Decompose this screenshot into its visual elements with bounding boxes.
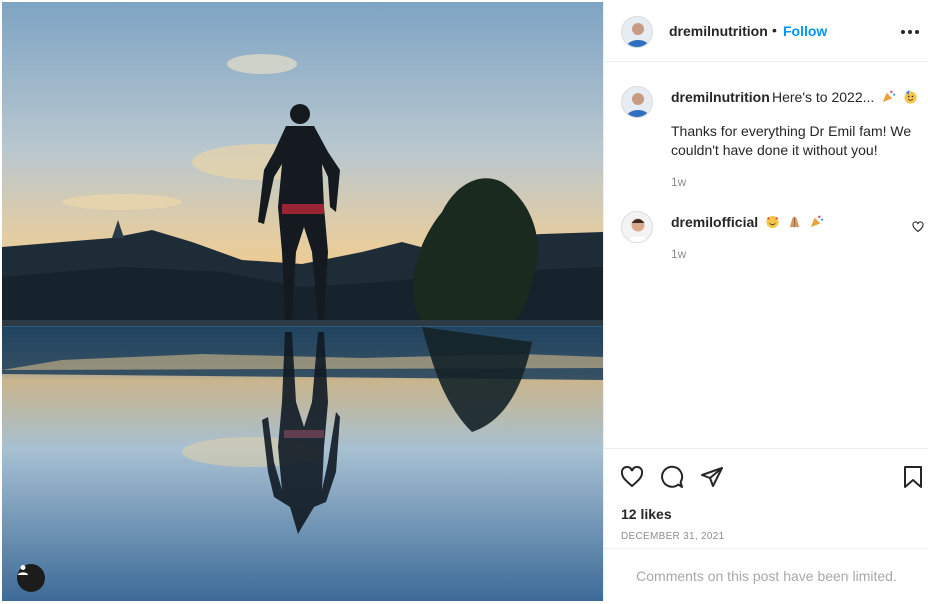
comment-like-heart-icon[interactable] bbox=[912, 221, 924, 233]
post-side-panel: dremilnutrition • Follow dremilnutrition… bbox=[603, 2, 928, 601]
party-popper-icon bbox=[883, 90, 896, 103]
commenter-avatar-image bbox=[622, 212, 652, 242]
share-icon[interactable] bbox=[700, 465, 724, 489]
likes-count[interactable]: 12 likes bbox=[621, 506, 672, 522]
comment-timestamp[interactable]: 1w bbox=[671, 247, 686, 261]
author-username[interactable]: dremilnutrition bbox=[669, 23, 768, 39]
separator-dot: • bbox=[772, 22, 777, 38]
post-photo[interactable] bbox=[2, 2, 603, 601]
caption-timestamp[interactable]: 1w bbox=[671, 175, 686, 189]
more-options-button[interactable] bbox=[901, 30, 919, 36]
bookmark-icon[interactable] bbox=[901, 465, 925, 489]
post-date[interactable]: DECEMBER 31, 2021 bbox=[621, 531, 724, 542]
caption-avatar-image bbox=[622, 87, 652, 117]
instagram-post: dremilnutrition • Follow dremilnutrition… bbox=[0, 0, 928, 601]
sunset-pool-scene bbox=[2, 2, 603, 601]
comments-limited-notice: Comments on this post have been limited. bbox=[604, 548, 928, 602]
commenter-avatar[interactable] bbox=[621, 211, 653, 243]
party-popper-icon bbox=[810, 215, 824, 228]
more-options-icon bbox=[901, 30, 905, 34]
author-avatar-image bbox=[622, 17, 652, 47]
user-tag-icon bbox=[18, 565, 28, 575]
caption-username[interactable]: dremilnutrition bbox=[671, 89, 770, 105]
partying-face-icon bbox=[904, 89, 917, 104]
caption-avatar[interactable] bbox=[621, 86, 653, 118]
heart-icon[interactable] bbox=[620, 465, 644, 489]
caption-body: Thanks for everything Dr Emil fam! We co… bbox=[671, 123, 912, 158]
caption-headline-text: Here's to 2022... bbox=[772, 89, 875, 105]
comment-icon[interactable] bbox=[660, 465, 684, 489]
smiling-hearts-icon bbox=[766, 215, 779, 229]
post-actions: 12 likes DECEMBER 31, 2021 bbox=[604, 448, 928, 549]
caption-headline: Here's to 2022... bbox=[772, 89, 918, 105]
follow-button[interactable]: Follow bbox=[783, 23, 827, 39]
commenter-username[interactable]: dremilofficial bbox=[671, 214, 758, 230]
author-avatar[interactable] bbox=[621, 16, 653, 48]
comment-row: dremilofficial bbox=[671, 214, 824, 230]
user-tag-button[interactable] bbox=[17, 564, 45, 592]
post-header: dremilnutrition • Follow bbox=[604, 2, 928, 62]
folded-hands-icon bbox=[789, 216, 800, 228]
